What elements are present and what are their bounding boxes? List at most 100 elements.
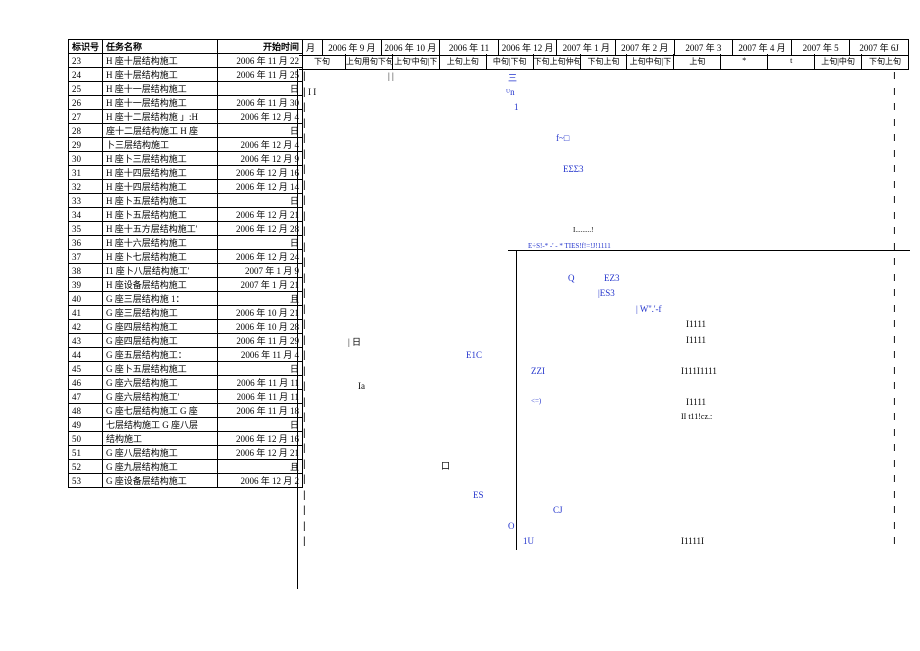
task-id: 39 [69, 278, 103, 292]
task-name: G 座卜五层结构施工 [103, 362, 218, 376]
gantt-vline [516, 250, 517, 550]
task-start: 2006 年 12 月 4 [218, 138, 303, 152]
subperiod-cell: 上旬'中旬|下 [393, 54, 440, 69]
gantt-mark: ZZI [531, 366, 545, 376]
task-name: H 座卜五层结构施工 [103, 208, 218, 222]
task-start: 2006 年 12 月 28 [218, 222, 303, 236]
row-tick-right: I [893, 180, 895, 191]
row-tick-right: I [893, 335, 895, 346]
task-name: G 座四层结构施工 [103, 320, 218, 334]
row-tick: | [303, 459, 305, 470]
task-name: G 座四层结构施工 [103, 334, 218, 348]
row-tick-right: I [893, 428, 895, 439]
row-tick-right: I [893, 164, 895, 175]
row-tick: | [303, 242, 305, 253]
row-tick: | [303, 102, 305, 113]
task-row: 24H 座十层结构施工2006 年 11 月 25 [69, 68, 303, 82]
task-table: 标识号 任务名称 开始时间 23H 座十层结构施工2006 年 11 月 222… [68, 39, 303, 488]
task-id: 36 [69, 236, 103, 250]
subperiod-cell: t [768, 54, 815, 69]
task-start: 2006 年 11 月 30 [218, 96, 303, 110]
row-tick-right: I [893, 102, 895, 113]
row-tick-right: I [893, 366, 895, 377]
row-tick: | [303, 428, 305, 439]
task-row: 52G 座九层结构施工且 [69, 460, 303, 474]
task-row: 33H 座卜五层结构施工日 [69, 194, 303, 208]
task-id: 50 [69, 432, 103, 446]
task-row: 53G 座设备层结构施工2006 年 12 月 2 [69, 474, 303, 488]
row-tick-right: I [893, 149, 895, 160]
gantt-mark: I1111 [686, 319, 706, 329]
task-row: 45G 座卜五层结构施工日 [69, 362, 303, 376]
task-row: 38I1 座卜八层结构施工'2007 年 1 月 9 [69, 264, 303, 278]
row-tick: | [303, 443, 305, 454]
task-id: 24 [69, 68, 103, 82]
row-tick: | [303, 412, 305, 423]
task-start: 2007 年 1 月 9 [218, 264, 303, 278]
task-id: 38 [69, 264, 103, 278]
row-tick: | [303, 335, 305, 346]
row-tick-right: I [893, 521, 895, 532]
task-start: 2006 年 12 月 16 [218, 166, 303, 180]
gantt-mark: ES [473, 490, 484, 500]
task-row: 42G 座四层结构施工2006 年 10 月 28 [69, 320, 303, 334]
sub-header: 下旬上旬用旬下旬上旬'中旬|下上旬上旬中旬|下旬下旬上旬仲旬下旬上旬上旬中旬|下… [299, 54, 909, 70]
subperiod-cell: 下旬 [299, 54, 346, 69]
gantt-mark: I111I1111 [681, 366, 717, 376]
task-row: 36H 座十六层结构施工日 [69, 236, 303, 250]
gantt-mark: 1 [514, 102, 519, 112]
row-tick-right: I [893, 505, 895, 516]
row-tick-right: I [893, 443, 895, 454]
subperiod-cell: 上旬 [674, 54, 721, 69]
task-name: H 座十层结构施工 [103, 54, 218, 68]
task-id: 26 [69, 96, 103, 110]
gantt-mark: ᵁn [506, 87, 515, 97]
row-tick: | [303, 536, 305, 547]
task-id: 48 [69, 404, 103, 418]
task-row: 23H 座十层结构施工2006 年 11 月 22 [69, 54, 303, 68]
header-name: 任务名称 [103, 40, 218, 54]
row-tick: | [303, 226, 305, 237]
row-tick-right: I [893, 211, 895, 222]
task-id: 27 [69, 110, 103, 124]
task-start: 2006 年 12 月 21 [218, 208, 303, 222]
task-start: 2007 年 1 月 21 [218, 278, 303, 292]
gantt-mark: | 日 [348, 335, 361, 348]
task-id: 45 [69, 362, 103, 376]
header-id: 标识号 [69, 40, 103, 54]
subperiod-cell: 上旬中旬|下 [627, 54, 674, 69]
gantt-mark: CJ [553, 505, 563, 515]
gantt-mark: I.........! [573, 226, 593, 234]
row-tick-right: I [893, 536, 895, 547]
row-tick-right: I [893, 242, 895, 253]
subperiod-cell: * [721, 54, 768, 69]
task-start: 2006 年 11 月 11 [218, 376, 303, 390]
subperiod-cell: 下旬上旬仲旬 [534, 54, 581, 69]
task-start: 日 [218, 194, 303, 208]
month-cell: 2007 年 2 月 [616, 40, 675, 55]
row-tick: | [303, 87, 305, 98]
task-start: 且 [218, 292, 303, 306]
task-id: 41 [69, 306, 103, 320]
row-tick: | [303, 381, 305, 392]
task-start: 2006 年 11 月 11 [218, 390, 303, 404]
task-id: 51 [69, 446, 103, 460]
gantt-hline [508, 250, 910, 251]
month-cell: 2007 年 3 [675, 40, 734, 55]
task-name: H 座十层结构施工 [103, 68, 218, 82]
row-tick: | [303, 164, 305, 175]
task-row: 34H 座卜五层结构施工2006 年 12 月 21 [69, 208, 303, 222]
task-start: 2006 年 10 月 21 [218, 306, 303, 320]
task-row: 48G 座七层结构施工 G 座2006 年 11 月 18 [69, 404, 303, 418]
task-start: 2006 年 11 月 25 [218, 68, 303, 82]
subperiod-cell: 下旬上旬 [862, 54, 909, 69]
task-start: 2006 年 12 月 14 [218, 180, 303, 194]
task-row: 29卜三层结构施工2006 年 12 月 4 [69, 138, 303, 152]
row-tick-right: I [893, 133, 895, 144]
task-id: 44 [69, 348, 103, 362]
task-id: 32 [69, 180, 103, 194]
row-tick: | [303, 288, 305, 299]
task-row: 37H 座卜七层结构施工2006 年 12 月 24 [69, 250, 303, 264]
task-name: H 座十六层结构施工 [103, 236, 218, 250]
task-name: G 座七层结构施工 G 座 [103, 404, 218, 418]
